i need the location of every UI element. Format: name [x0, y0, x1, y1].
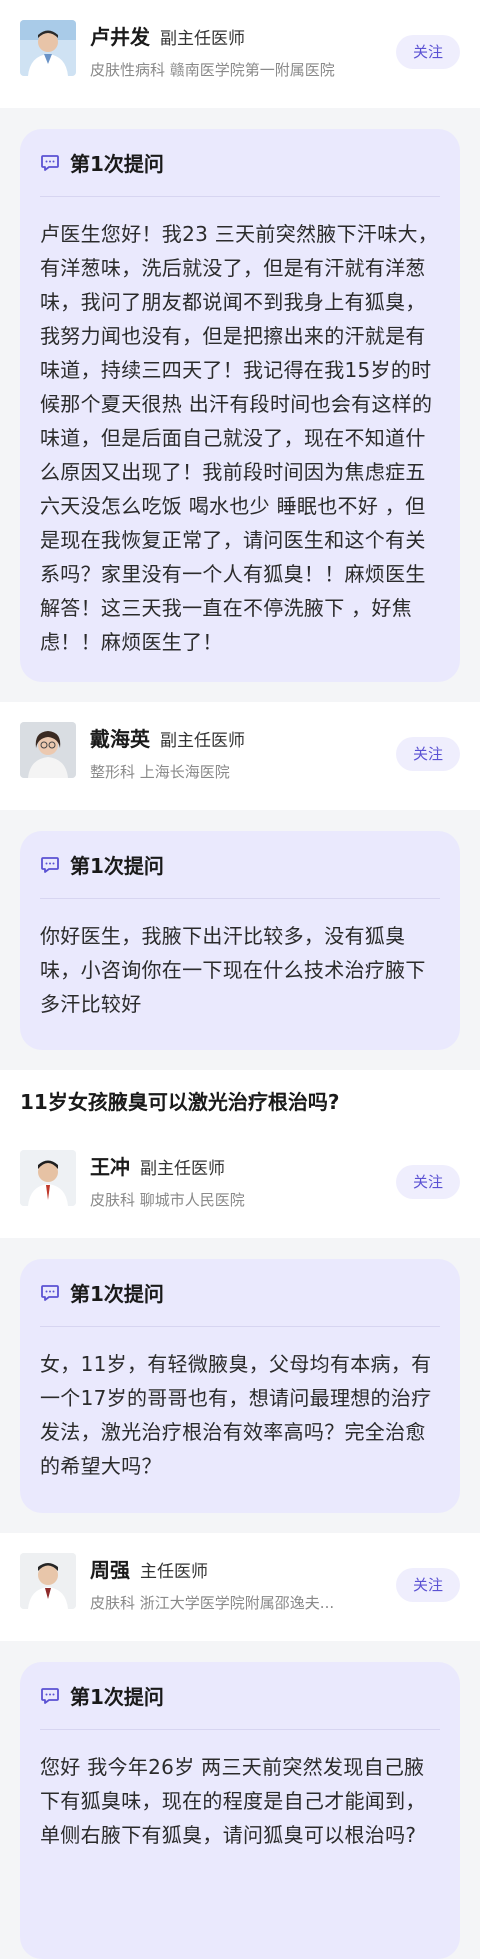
question-card[interactable]: 第1次提问 女，11岁，有轻微腋臭，父母均有本病，有一个17岁的哥哥也有，想请问… — [20, 1259, 460, 1513]
doctor-avatar[interactable] — [20, 722, 76, 778]
doctor-name: 卢井发 副主任医师 — [90, 25, 245, 49]
doctor-name: 王冲 副主任医师 — [90, 1155, 225, 1179]
question-label: 第1次提问 — [70, 854, 164, 878]
question-card[interactable]: 第1次提问 您好 我今年26岁 两三天前突然发现自己腋下有狐臭味，现在的程度是自… — [20, 1662, 460, 1959]
doctor-avatar[interactable] — [20, 20, 76, 76]
doctor-affiliation: 皮肤科 聊城市人民医院 — [90, 1191, 245, 1209]
chat-bubble-icon — [41, 856, 59, 873]
doctor-title: 副主任医师 — [160, 29, 245, 49]
doctor-affiliation: 整形科 上海长海医院 — [90, 763, 230, 781]
doctor-title: 副主任医师 — [160, 731, 245, 751]
doctor-card[interactable]: 戴海英 副主任医师 整形科 上海长海医院 关注 — [0, 702, 480, 810]
doctor-affiliation: 皮肤性病科 赣南医学院第一附属医院 — [90, 61, 335, 79]
question-header: 第1次提问 — [40, 1259, 440, 1327]
doctor-card[interactable]: 周强 主任医师 皮肤科 浙江大学医学院附属邵逸夫... 关注 — [0, 1533, 480, 1641]
question-text: 你好医生，我腋下出汗比较多，没有狐臭味，小咨询你在一下现在什么技术治疗腋下多汗比… — [40, 924, 426, 1016]
chat-bubble-icon — [41, 1687, 59, 1704]
question-section: 第1次提问 你好医生，我腋下出汗比较多，没有狐臭味，小咨询你在一下现在什么技术治… — [0, 810, 480, 1070]
question-text: 女，11岁，有轻微腋臭，父母均有本病，有一个17岁的哥哥也有，想请问最理想的治疗… — [40, 1352, 432, 1478]
doctor-avatar[interactable] — [20, 1553, 76, 1609]
doctor-affiliation: 皮肤科 浙江大学医学院附属邵逸夫... — [90, 1594, 335, 1612]
doctor-card[interactable]: 王冲 副主任医师 皮肤科 聊城市人民医院 关注 — [0, 1130, 480, 1238]
question-section: 第1次提问 卢医生您好！我23 三天前突然腋下汗味大，有洋葱味，洗后就没了，但是… — [0, 108, 480, 702]
doctor-name: 戴海英 副主任医师 — [90, 727, 245, 751]
doctor-title: 主任医师 — [140, 1562, 208, 1582]
doctor-card[interactable]: 卢井发 副主任医师 皮肤性病科 赣南医学院第一附属医院 关注 — [0, 0, 480, 108]
question-text: 您好 我今年26岁 两三天前突然发现自己腋下有狐臭味，现在的程度是自己才能闻到，… — [40, 1755, 426, 1847]
follow-button[interactable]: 关注 — [396, 1568, 460, 1602]
doctor-title: 副主任医师 — [140, 1159, 225, 1179]
doctor-name: 周强 主任医师 — [90, 1558, 208, 1582]
question-header: 第1次提问 — [40, 831, 440, 899]
chat-bubble-icon — [41, 1284, 59, 1301]
question-label: 第1次提问 — [70, 152, 164, 176]
question-header: 第1次提问 — [40, 1662, 440, 1730]
follow-button[interactable]: 关注 — [396, 737, 460, 771]
doctor-avatar[interactable] — [20, 1150, 76, 1206]
question-text: 卢医生您好！我23 三天前突然腋下汗味大，有洋葱味，洗后就没了，但是有汗就有洋葱… — [40, 222, 439, 654]
question-section: 第1次提问 您好 我今年26岁 两三天前突然发现自己腋下有狐臭味，现在的程度是自… — [0, 1641, 480, 1959]
qa-feed: 卢井发 副主任医师 皮肤性病科 赣南医学院第一附属医院 关注 第1次提问 卢医生您… — [0, 0, 480, 1959]
question-label: 第1次提问 — [70, 1282, 164, 1306]
question-card[interactable]: 第1次提问 卢医生您好！我23 三天前突然腋下汗味大，有洋葱味，洗后就没了，但是… — [20, 129, 460, 682]
question-label: 第1次提问 — [70, 1685, 164, 1709]
question-card[interactable]: 第1次提问 你好医生，我腋下出汗比较多，没有狐臭味，小咨询你在一下现在什么技术治… — [20, 831, 460, 1050]
follow-button[interactable]: 关注 — [396, 1165, 460, 1199]
question-header: 第1次提问 — [40, 129, 440, 197]
question-topic-title[interactable]: 11岁女孩腋臭可以激光治疗根治吗? — [0, 1070, 480, 1130]
chat-bubble-icon — [41, 154, 59, 171]
question-section: 第1次提问 女，11岁，有轻微腋臭，父母均有本病，有一个17岁的哥哥也有，想请问… — [0, 1238, 480, 1533]
follow-button[interactable]: 关注 — [396, 35, 460, 69]
